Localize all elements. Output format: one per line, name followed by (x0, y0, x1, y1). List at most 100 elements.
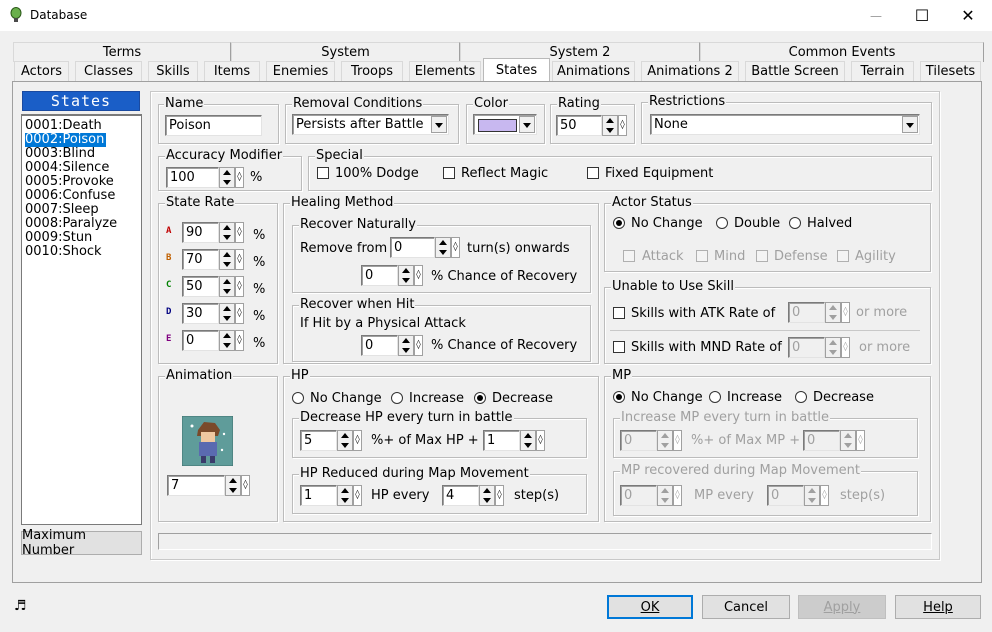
recover-turns-input[interactable]: 0 (390, 237, 435, 258)
mp-no-change-radio[interactable] (613, 391, 625, 403)
atk-rate-spinner[interactable] (825, 302, 841, 323)
mnd-rate-spinner[interactable] (825, 337, 841, 358)
rating-input[interactable]: 50 (556, 115, 602, 136)
restrictions-select[interactable]: None (650, 114, 920, 135)
rate-e-input[interactable]: 0 (182, 330, 219, 351)
mnd-rate-input[interactable]: 0 (788, 337, 825, 358)
hp-map-amount-spin-handle[interactable]: ◊ (353, 485, 362, 506)
hp-map-steps-spin-handle[interactable]: ◊ (495, 485, 504, 506)
mp-map-steps-spinner[interactable] (804, 485, 820, 506)
chevron-down-icon[interactable] (902, 116, 918, 133)
accuracy-spinner[interactable] (219, 167, 235, 188)
list-item[interactable]: 0003:Blind (25, 147, 95, 161)
list-item[interactable]: 0001:Death (25, 119, 102, 133)
tab-elements[interactable]: Elements (409, 61, 481, 81)
actor-halved-radio[interactable] (789, 217, 801, 229)
recover-turns-spin-handle[interactable]: ◊ (451, 237, 460, 258)
apply-button[interactable]: Apply (798, 595, 886, 619)
hp-pct-spin-handle[interactable]: ◊ (353, 430, 362, 451)
list-item[interactable]: 0009:Stun (25, 231, 92, 245)
list-item[interactable]: 0007:Sleep (25, 203, 99, 217)
tab-actors[interactable]: Actors (14, 61, 69, 81)
ok-button[interactable]: OK (607, 595, 693, 619)
tab-items[interactable]: Items (204, 61, 260, 81)
animation-preview-image[interactable] (182, 416, 233, 466)
tab-animations[interactable]: Animations (552, 61, 635, 81)
help-button[interactable]: Help (895, 595, 981, 619)
accuracy-input[interactable]: 100 (166, 167, 219, 188)
hp-map-amount-input[interactable]: 1 (300, 485, 337, 506)
maximize-button[interactable]: ☐ (899, 0, 945, 31)
states-list[interactable]: 0001:Death 0002:Poison 0003:Blind 0004:S… (21, 114, 142, 525)
rate-c-input[interactable]: 50 (182, 276, 219, 297)
tab-common-events[interactable]: Common Events (700, 42, 984, 62)
hp-map-amount-spinner[interactable] (337, 485, 353, 506)
mp-map-amount-spinner[interactable] (657, 485, 673, 506)
recover-turns-spinner[interactable] (435, 237, 451, 258)
attack-checkbox[interactable] (623, 250, 635, 262)
rate-b-spinner[interactable] (219, 249, 235, 270)
list-item[interactable]: 0004:Silence (25, 161, 109, 175)
mnd-rate-checkbox[interactable] (613, 341, 625, 353)
mp-pct-spin-handle[interactable]: ◊ (673, 430, 682, 451)
list-item[interactable]: 0010:Shock (25, 245, 102, 259)
tab-tilesets[interactable]: Tilesets (920, 61, 981, 81)
music-note-icon[interactable]: ♬ (14, 598, 27, 614)
actor-no-change-radio[interactable] (613, 217, 625, 229)
atk-rate-checkbox[interactable] (613, 307, 625, 319)
tab-terms[interactable]: Terms (13, 42, 231, 62)
atk-rate-spin-handle[interactable]: ◊ (841, 302, 850, 323)
tab-enemies[interactable]: Enemies (266, 61, 335, 81)
defense-checkbox[interactable] (756, 250, 768, 262)
dodge-checkbox[interactable] (317, 167, 329, 179)
tab-animations-2[interactable]: Animations 2 (641, 61, 739, 81)
hp-map-steps-input[interactable]: 4 (442, 485, 479, 506)
mnd-rate-spin-handle[interactable]: ◊ (841, 337, 850, 358)
rate-d-spin-handle[interactable]: ◊ (235, 303, 244, 324)
tab-classes[interactable]: Classes (75, 61, 142, 81)
rate-d-spinner[interactable] (219, 303, 235, 324)
tab-skills[interactable]: Skills (148, 61, 198, 81)
agility-checkbox[interactable] (837, 250, 849, 262)
maximum-number-button[interactable]: Maximum Number (21, 528, 142, 558)
reflect-magic-checkbox[interactable] (443, 167, 455, 179)
list-item[interactable]: 0005:Provoke (25, 175, 114, 189)
hit-chance-spin-handle[interactable]: ◊ (414, 335, 423, 356)
tab-states[interactable]: States (483, 58, 550, 82)
rate-a-input[interactable]: 90 (182, 222, 219, 243)
mp-decrease-radio[interactable] (795, 391, 807, 403)
mp-flat-spinner[interactable] (840, 430, 856, 451)
hp-increase-radio[interactable] (391, 392, 403, 404)
hp-flat-spin-handle[interactable]: ◊ (536, 430, 545, 451)
hit-chance-input[interactable]: 0 (361, 335, 398, 356)
rate-a-spin-handle[interactable]: ◊ (235, 222, 244, 243)
hp-no-change-radio[interactable] (292, 392, 304, 404)
mp-increase-radio[interactable] (709, 391, 721, 403)
rate-e-spinner[interactable] (219, 330, 235, 351)
rate-d-input[interactable]: 30 (182, 303, 219, 324)
recover-chance-spin-handle[interactable]: ◊ (414, 265, 423, 286)
mp-map-amount-spin-handle[interactable]: ◊ (673, 485, 682, 506)
recover-chance-input[interactable]: 0 (361, 265, 398, 286)
tab-terrain[interactable]: Terrain (851, 61, 914, 81)
hp-pct-input[interactable]: 5 (300, 430, 337, 451)
animation-input[interactable]: 7 (167, 475, 225, 496)
chevron-down-icon[interactable] (519, 116, 535, 133)
animation-spinner[interactable] (225, 475, 241, 496)
rating-spinner[interactable] (602, 115, 618, 136)
rate-c-spinner[interactable] (219, 276, 235, 297)
hp-decrease-radio[interactable] (474, 392, 486, 404)
rate-e-spin-handle[interactable]: ◊ (235, 330, 244, 351)
list-item[interactable]: 0008:Paralyze (25, 217, 117, 231)
rate-b-input[interactable]: 70 (182, 249, 219, 270)
tab-battle-screen[interactable]: Battle Screen (745, 61, 845, 81)
hp-pct-spinner[interactable] (337, 430, 353, 451)
atk-rate-input[interactable]: 0 (788, 302, 825, 323)
removal-conditions-select[interactable]: Persists after Battle (292, 114, 449, 135)
name-input[interactable]: Poison (165, 115, 262, 136)
cancel-button[interactable]: Cancel (702, 595, 790, 619)
mp-flat-input[interactable]: 0 (803, 430, 840, 451)
hp-flat-input[interactable]: 1 (483, 430, 520, 451)
close-button[interactable]: ✕ (945, 0, 991, 31)
rate-a-spinner[interactable] (219, 222, 235, 243)
